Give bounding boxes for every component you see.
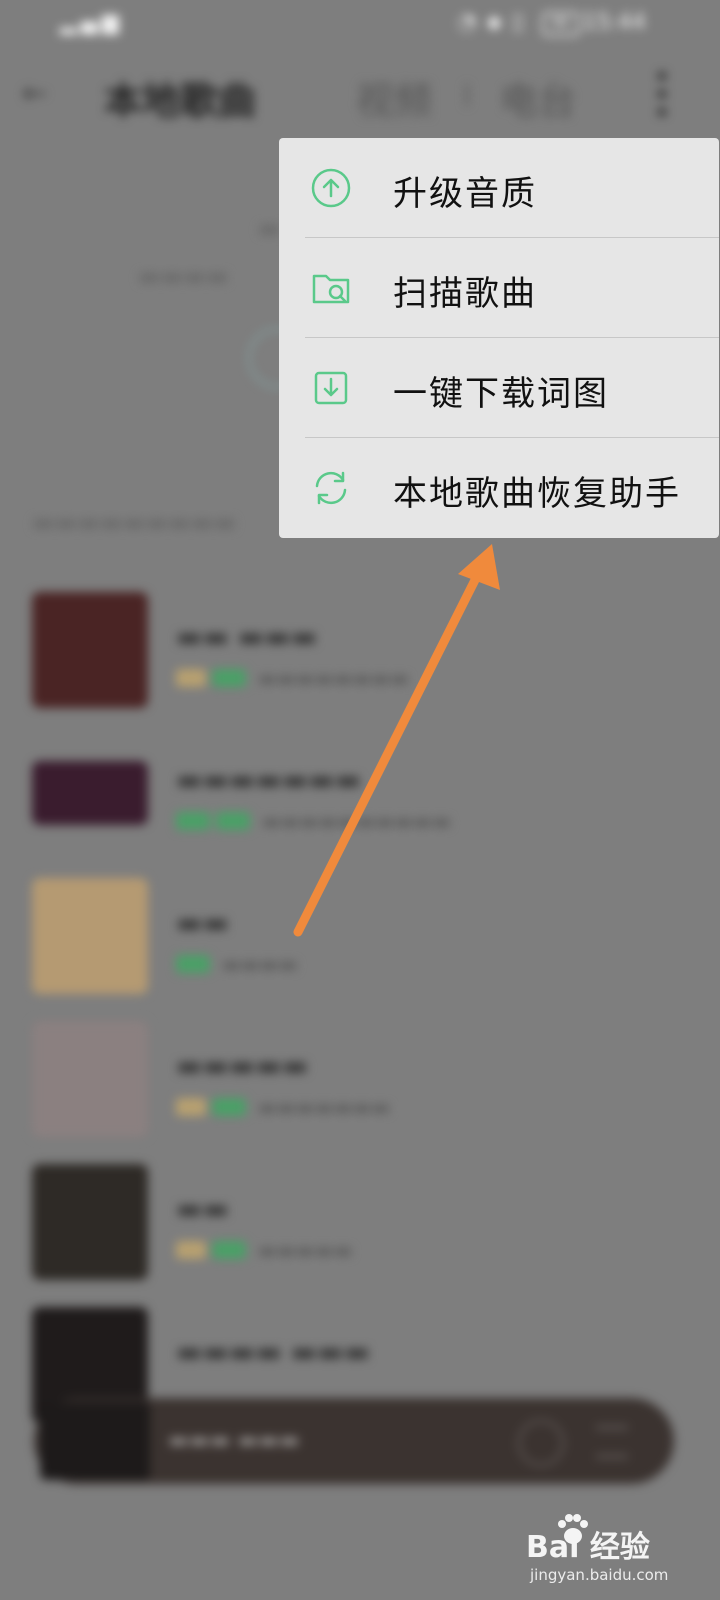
annotation-arrow	[293, 544, 500, 937]
watermark-brand: Bai 经验	[526, 1530, 650, 1565]
baidu-watermark: Bai 经验 jingyan.baidu.com	[490, 1514, 690, 1588]
watermark-url: jingyan.baidu.com	[530, 1566, 669, 1584]
